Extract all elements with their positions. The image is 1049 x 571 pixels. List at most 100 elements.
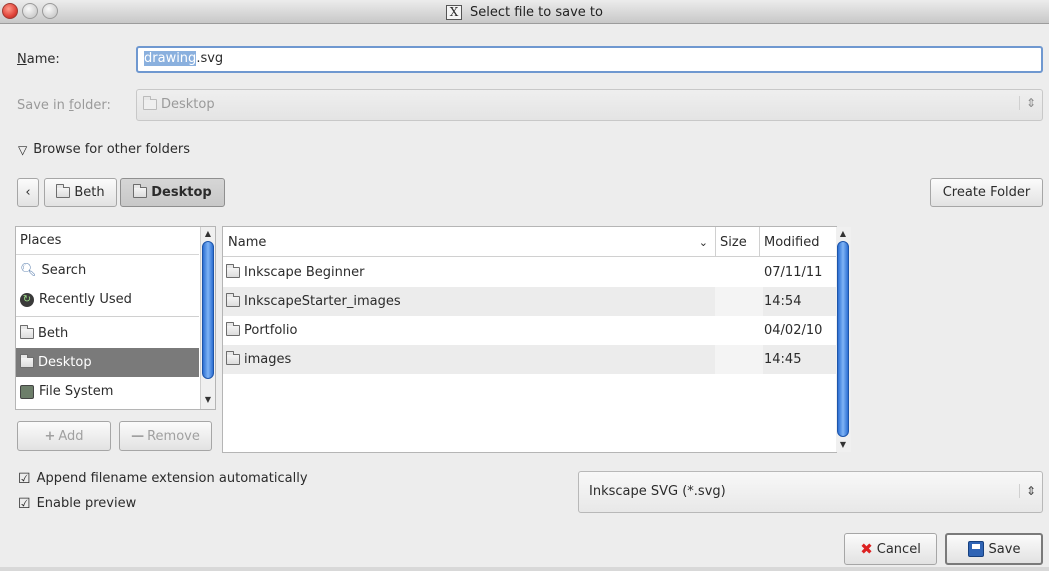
title-bar: X Select file to save to [0,0,1049,24]
places-scrollbar[interactable]: ▲ ▼ [200,227,215,409]
sort-chevron-down-icon: ⌄ [698,235,708,249]
file-list-scroll-thumb[interactable] [837,241,849,437]
folder-icon [226,264,240,278]
scroll-down-arrow-icon[interactable]: ▼ [836,438,850,452]
path-crumb-beth[interactable]: Beth [44,178,117,207]
file-size-cell [715,258,763,287]
combo-arrows-icon: ⇕ [1018,484,1036,498]
scroll-up-arrow-icon[interactable]: ▲ [836,227,850,241]
path-crumb-desktop[interactable]: Desktop [120,178,225,207]
folder-icon [20,325,34,339]
checkbox-checked-icon: ☑ [18,495,31,512]
file-list-scrollbar[interactable]: ▲ ▼ [836,227,851,452]
file-name-cell: Portfolio [223,316,297,345]
add-bookmark-button[interactable]: + Add [17,421,111,451]
name-label: Name: [17,52,60,67]
title-area: X Select file to save to [0,0,1049,24]
cancel-x-icon: ✖ [860,540,873,558]
enable-preview-label: Enable preview [36,496,137,511]
name-label-rest: ame: [26,52,60,67]
file-name-cell: Inkscape Beginner [223,258,364,287]
column-header-size[interactable]: Size [715,227,763,257]
column-modified-label: Modified [764,234,820,250]
file-name: images [244,352,292,367]
folder-icon [56,184,71,198]
file-type-filter-value: Inkscape SVG (*.svg) [589,484,726,499]
filename-extension-text: .svg [196,51,224,66]
append-extension-checkbox[interactable]: ☑ Append filename extension automaticall… [18,471,308,486]
folder-icon [20,354,34,368]
column-header-modified[interactable]: Modified [759,227,829,257]
scroll-down-arrow-icon[interactable]: ▼ [201,393,215,407]
search-icon: 🔍︎ [20,263,37,278]
checkbox-checked-icon: ☑ [18,470,31,487]
append-extension-label: Append filename extension automatically [36,471,308,486]
places-item-search[interactable]: 🔍︎ Search [16,256,199,285]
filename-input[interactable]: drawing.svg [136,46,1043,73]
folder-icon [226,351,240,365]
file-row[interactable]: Portfolio 04/02/10 [223,316,836,345]
path-back-button[interactable]: ‹ [17,178,39,207]
window-title: Select file to save to [470,4,603,20]
file-type-filter-combo[interactable]: Inkscape SVG (*.svg) ⇕ [578,471,1043,513]
chevron-left-icon: ‹ [25,185,31,200]
places-item-desktop[interactable]: Desktop [16,348,199,377]
file-row[interactable]: InkscapeStarter_images 14:54 [223,287,836,316]
cancel-button[interactable]: ✖ Cancel [844,533,937,565]
places-column-header[interactable]: Places [16,227,199,255]
file-modified: 14:45 [764,352,802,367]
save-in-folder-combo[interactable]: Desktop ⇕ [136,89,1043,121]
drive-icon [20,384,34,399]
file-size-cell [715,287,763,316]
places-item-beth[interactable]: Beth [16,319,199,348]
floppy-disk-icon [967,541,984,557]
file-list-panel: Name ⌄ Size Modified Inkscape Beginner 0… [222,226,851,453]
file-name-cell: InkscapeStarter_images [223,287,401,316]
file-name: Inkscape Beginner [244,265,365,280]
browse-other-folders-toggle[interactable]: ▽ Browse for other folders [18,142,190,157]
recent-icon: ↻ [20,292,34,307]
scroll-up-arrow-icon[interactable]: ▲ [201,227,215,241]
places-separator [16,316,199,317]
file-name: InkscapeStarter_images [244,294,401,309]
window-bottom-edge [0,567,1049,571]
places-panel: Places 🔍︎ Search ↻ Recently Used Beth De… [15,226,216,410]
save-label: Save [988,541,1021,557]
places-item-label: Beth [38,326,69,341]
folder-icon [143,96,157,110]
file-modified: 14:54 [764,294,802,309]
create-folder-button[interactable]: Create Folder [930,178,1043,207]
save-in-folder-value: Desktop [143,96,215,112]
file-list-header: Name ⌄ Size Modified [223,227,836,257]
remove-label: Remove [147,428,200,444]
places-item-file-system[interactable]: File System [16,377,199,406]
places-item-label: Search [41,263,87,278]
save-in-folder-label: Save in folder: [17,98,111,113]
places-item-label: Desktop [38,355,92,370]
file-size-cell [715,316,763,345]
file-name-cell: images [223,345,291,374]
save-in-folder-text: Desktop [161,97,215,112]
add-label: Add [58,428,84,444]
column-header-name[interactable]: Name ⌄ [228,227,708,257]
column-name-label: Name [228,234,267,250]
plus-icon: + [44,428,56,444]
file-modified: 04/02/10 [764,323,823,338]
folder-icon [226,293,240,307]
places-item-recently-used[interactable]: ↻ Recently Used [16,285,199,314]
file-row[interactable]: Inkscape Beginner 07/11/11 [223,258,836,287]
folder-icon [226,322,240,336]
places-header-label: Places [20,233,62,248]
save-button[interactable]: Save [945,533,1043,565]
minus-icon: — [131,428,145,444]
column-size-label: Size [720,234,747,250]
browse-toggle-label: Browse for other folders [33,142,190,157]
file-name: Portfolio [244,323,298,338]
enable-preview-checkbox[interactable]: ☑ Enable preview [18,496,136,511]
remove-bookmark-button[interactable]: — Remove [119,421,212,451]
file-row[interactable]: images 14:45 [223,345,836,374]
file-size-cell [715,345,763,374]
file-modified: 07/11/11 [764,265,823,280]
places-scroll-thumb[interactable] [202,241,214,379]
x11-app-icon: X [446,4,463,20]
